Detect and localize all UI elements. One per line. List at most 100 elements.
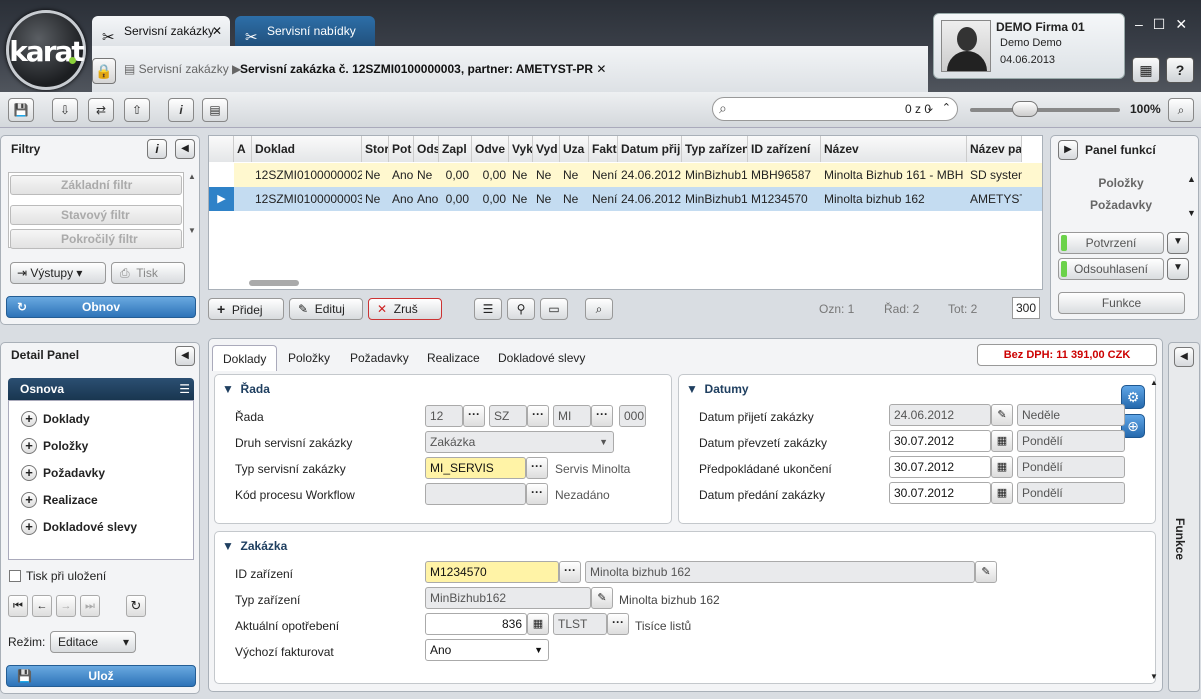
device-id-picker[interactable]: ···: [559, 561, 581, 583]
basic-filter[interactable]: Základní filtr: [10, 175, 182, 195]
confirm-dropdown[interactable]: ▼: [1167, 232, 1189, 254]
scroll-down-icon[interactable]: ▼: [1187, 208, 1196, 218]
calculator-button[interactable]: ▦: [1132, 57, 1160, 83]
find-icon[interactable]: ⌕: [585, 298, 613, 320]
rada-part1-picker[interactable]: ···: [463, 405, 485, 427]
wear-input[interactable]: 836: [425, 613, 527, 635]
outline-item-polozky[interactable]: + Položky: [21, 438, 88, 454]
device-id-input[interactable]: M1234570: [425, 561, 559, 583]
last-record-icon[interactable]: ⏭: [80, 595, 100, 617]
save-button[interactable]: 💾 Ulož: [6, 665, 196, 687]
chevron-down-icon[interactable]: ⌄: [926, 101, 935, 114]
edit-button[interactable]: ✎ Edituj: [289, 298, 363, 320]
invoice-select[interactable]: Ano ▼: [425, 639, 549, 661]
breadcrumb-parent[interactable]: ▤ Servisní zakázky ▶: [124, 62, 241, 76]
datumy-section-title[interactable]: ▼ Datumy: [686, 382, 749, 396]
wear-unit[interactable]: TLST: [553, 613, 607, 635]
minimize-icon[interactable]: –: [1135, 16, 1153, 32]
date3-input[interactable]: 30.07.2012: [889, 456, 991, 478]
typ-input[interactable]: MI_SERVIS: [425, 457, 526, 479]
column-header[interactable]: Název: [821, 136, 967, 162]
column-header[interactable]: Uza: [560, 136, 589, 162]
confirm-button[interactable]: Potvrzení: [1058, 232, 1164, 254]
advanced-filter[interactable]: Pokročilý filtr: [10, 229, 182, 249]
add-button[interactable]: + Přidej: [208, 298, 284, 320]
pin-icon[interactable]: ⚲: [507, 298, 535, 320]
close-breadcrumb-icon[interactable]: ✕: [596, 62, 606, 76]
scroll-up-icon[interactable]: ▲: [1187, 174, 1196, 184]
rada-part3[interactable]: MI: [553, 405, 591, 427]
reject-button[interactable]: Odsouhlasení: [1058, 258, 1164, 280]
functions-item-pozadavky[interactable]: Požadavky: [1051, 198, 1191, 212]
table-row-selected[interactable]: 12SZMI0100000003 Ne Ano Ano 0,00 0,00 Ne Ne Ne Ne…: [234, 187, 1042, 211]
print-button[interactable]: ⎙ Tisk: [111, 262, 185, 284]
close-window-icon[interactable]: ✕: [1175, 16, 1197, 32]
tab-doklady[interactable]: Doklady: [212, 345, 278, 371]
date2-input[interactable]: 30.07.2012: [889, 430, 991, 452]
horizontal-scrollbar[interactable]: [239, 280, 1019, 288]
reject-dropdown[interactable]: ▼: [1167, 258, 1189, 280]
collapse-left-button[interactable]: ◀: [175, 139, 195, 159]
expand-functions-button[interactable]: ◀: [1174, 347, 1194, 367]
tab-pozadavky[interactable]: Požadavky: [340, 345, 419, 371]
tab-servisni-nabidky[interactable]: ✂ Servisní nabídky: [235, 16, 375, 46]
tab-servisni-zakazky[interactable]: ✂ Servisní zakázky ✕: [92, 16, 230, 46]
zoom-reset-icon[interactable]: ⌕: [1168, 98, 1194, 122]
column-header[interactable]: Vyk: [509, 136, 533, 162]
window-icon[interactable]: ▭: [540, 298, 568, 320]
outline-item-pozadavky[interactable]: + Požadavky: [21, 465, 105, 481]
rada-part1[interactable]: 12: [425, 405, 463, 427]
tab-realizace[interactable]: Realizace: [417, 345, 490, 371]
first-record-icon[interactable]: ⏮: [8, 595, 28, 617]
lock-button[interactable]: 🔒: [92, 58, 116, 84]
wear-unit-picker[interactable]: ···: [607, 613, 629, 635]
edit-icon[interactable]: ✎: [591, 587, 613, 609]
table-row[interactable]: 12SZMI0100000002 Ne Ano Ne 0,00 0,00 Ne Ne Ne Nen…: [234, 163, 1042, 187]
list-icon[interactable]: ☰: [179, 378, 190, 400]
info-icon[interactable]: i: [168, 98, 194, 122]
rada-section-title[interactable]: ▼ Řada: [222, 382, 270, 396]
edit-icon[interactable]: ✎: [991, 404, 1013, 426]
next-record-icon[interactable]: →: [56, 595, 76, 617]
column-header[interactable]: ID zařízení: [748, 136, 821, 162]
close-tab-icon[interactable]: ✕: [212, 16, 222, 46]
rada-part2-picker[interactable]: ···: [527, 405, 549, 427]
filters-scrollbar[interactable]: ▲ ▼: [188, 172, 198, 248]
rada-part4[interactable]: 000: [619, 405, 646, 427]
functions-item-polozky[interactable]: Položky: [1051, 176, 1191, 190]
maximize-icon[interactable]: ☐: [1153, 16, 1176, 32]
column-header[interactable]: Pot: [389, 136, 414, 162]
print-on-save-checkbox[interactable]: [9, 570, 21, 582]
date1-input[interactable]: 24.06.2012: [889, 404, 991, 426]
calculator-icon[interactable]: ▦: [527, 613, 549, 635]
calendar-icon[interactable]: ▦: [991, 482, 1013, 504]
form-scroll-up-icon[interactable]: ▲: [1150, 378, 1158, 387]
column-header[interactable]: Typ zařízen: [682, 136, 748, 162]
column-header[interactable]: Stor: [362, 136, 389, 162]
column-header[interactable]: Zapl: [439, 136, 472, 162]
outputs-button[interactable]: ⇥ Výstupy ▾: [10, 262, 106, 284]
save-icon[interactable]: 💾: [8, 98, 34, 122]
column-header[interactable]: A: [234, 136, 252, 162]
outline-item-realizace[interactable]: + Realizace: [21, 492, 98, 508]
rada-part2[interactable]: SZ: [489, 405, 527, 427]
calendar-icon[interactable]: ▦: [991, 456, 1013, 478]
column-header[interactable]: Název pa: [967, 136, 1022, 162]
column-header[interactable]: Fakt: [589, 136, 618, 162]
refresh-button[interactable]: ↻ Obnov: [6, 296, 196, 318]
chevron-up-icon[interactable]: ⌃: [942, 101, 951, 114]
column-header[interactable]: Ods: [414, 136, 439, 162]
tab-polozky[interactable]: Položky: [278, 345, 340, 371]
column-header[interactable]: Datum přij: [618, 136, 682, 162]
druh-select[interactable]: Zakázka ▼: [425, 431, 614, 453]
cancel-button[interactable]: ✕ Zruš: [368, 298, 442, 320]
kod-picker[interactable]: ···: [526, 483, 548, 505]
window-controls[interactable]: –☐✕: [1135, 16, 1199, 33]
page-size-input[interactable]: 300: [1012, 297, 1040, 319]
search-box[interactable]: ⌕ 0 z 0 ⌄ ⌃: [712, 97, 958, 121]
expand-right-button[interactable]: ▶: [1058, 140, 1078, 160]
zakazka-section-title[interactable]: ▼ Zakázka: [222, 539, 287, 553]
column-header[interactable]: Vyd: [533, 136, 560, 162]
form-scroll-down-icon[interactable]: ▼: [1150, 672, 1158, 681]
side-functions-bar[interactable]: ◀ Funkce: [1168, 342, 1200, 692]
